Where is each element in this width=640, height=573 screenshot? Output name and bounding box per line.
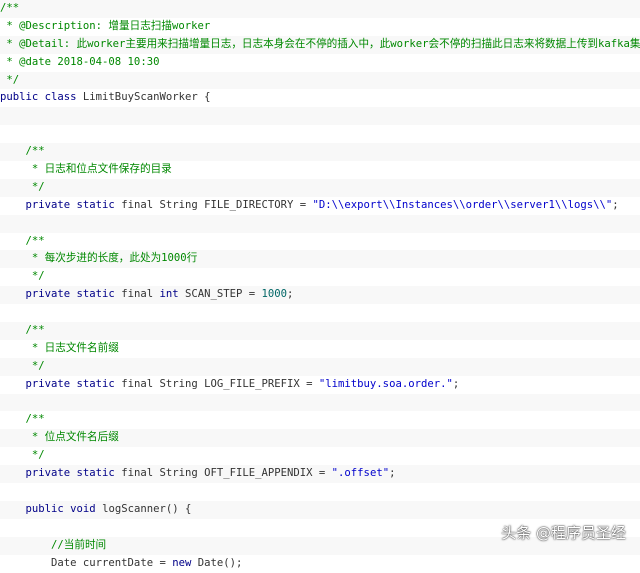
code-token: private static <box>0 377 122 390</box>
code-line <box>0 125 640 144</box>
code-line: /** <box>0 143 640 162</box>
code-token: final String OFT_FILE_APPENDIX = <box>121 467 332 480</box>
code-line: * 日志文件名前缀 <box>0 339 640 358</box>
code-token: /** <box>0 2 20 14</box>
code-token: LimitBuyScanWorker { <box>82 91 211 104</box>
code-line: private static final String OFT_FILE_APP… <box>0 465 640 484</box>
code-token: Date currentDate = <box>0 556 173 569</box>
code-token: SCAN_STEP = <box>184 288 262 301</box>
code-line: */ <box>0 357 640 376</box>
code-token: /** <box>0 145 45 158</box>
code-line <box>0 214 640 233</box>
code-line: public void logScanner() { <box>0 500 640 519</box>
code-line <box>0 107 640 126</box>
code-token: * @Description: 增量日志扫描worker <box>0 19 211 32</box>
code-token: 1000 <box>261 288 288 301</box>
code-token: /** <box>0 234 45 247</box>
code-token: ".offset" <box>331 467 390 480</box>
code-token: * 每次步进的长度，此处为1000行 <box>0 252 198 265</box>
code-token: public class <box>0 91 83 104</box>
code-token: ; <box>612 198 619 211</box>
code-token: /** <box>0 413 45 426</box>
code-token: * 日志文件名前缀 <box>0 341 119 354</box>
code-line: /** <box>0 232 640 251</box>
code-token: * 日志和位点文件保存的目录 <box>0 163 172 176</box>
code-line: private static final String LOG_FILE_PRE… <box>0 375 640 394</box>
code-line: * 位点文件名后缀 <box>0 429 640 448</box>
code-token: private static <box>0 288 122 301</box>
code-token: logScanner() { <box>102 502 192 515</box>
code-token: final <box>121 288 160 301</box>
code-line: * 每次步进的长度，此处为1000行 <box>0 250 640 269</box>
code-line: /** <box>0 411 640 430</box>
code-token: public void <box>0 502 103 515</box>
code-token: */ <box>0 359 45 372</box>
code-line: * 日志和位点文件保存的目录 <box>0 161 640 179</box>
code-token: ; <box>287 288 294 301</box>
code-line: public class LimitBuyScanWorker { <box>0 89 640 108</box>
code-token: * 位点文件名后缀 <box>0 431 119 444</box>
code-token: ; <box>389 467 396 480</box>
code-line <box>0 483 640 501</box>
watermark-text: 头条 @程序员圣经 <box>501 524 626 542</box>
code-line: * @date 2018-04-08 10:30 <box>0 53 640 72</box>
code-token: final String LOG_FILE_PREFIX = <box>121 377 319 390</box>
code-token: int <box>159 288 185 301</box>
code-token: private static <box>0 467 122 480</box>
code-line: /** <box>0 322 640 340</box>
code-token: new <box>172 556 198 569</box>
code-token: */ <box>0 270 45 283</box>
code-token: /** <box>0 324 45 337</box>
code-token: * @Detail: 此worker主要用来扫描增量日志，日志本身会在不停的插入… <box>0 37 640 50</box>
code-line <box>0 393 640 412</box>
code-line: * @Detail: 此worker主要用来扫描增量日志，日志本身会在不停的插入… <box>0 35 640 54</box>
code-token: //当前时间 <box>0 538 107 551</box>
code-token: ; <box>452 377 460 390</box>
code-token: final String FILE_DIRECTORY = <box>121 198 313 211</box>
code-line: */ <box>0 447 640 466</box>
code-token: "D:\\export\\Instances\\order\\server1\\… <box>312 198 613 211</box>
code-token: */ <box>0 449 45 462</box>
code-line <box>0 304 640 323</box>
code-line: Date currentDate = new Date(); <box>0 554 640 573</box>
code-line: */ <box>0 178 640 197</box>
code-block: /** * @Description: 增量日志扫描worker * @Deta… <box>0 0 640 573</box>
code-line: */ <box>0 71 640 90</box>
code-line: private static final String FILE_DIRECTO… <box>0 196 640 215</box>
code-token: Date(); <box>197 556 243 569</box>
code-token: */ <box>0 73 20 86</box>
code-token: "limitbuy.soa.order." <box>318 377 453 390</box>
code-line: */ <box>0 268 640 287</box>
code-line: * @Description: 增量日志扫描worker <box>0 17 640 36</box>
code-line: private static final int SCAN_STEP = 100… <box>0 286 640 305</box>
code-line: /** <box>0 0 640 18</box>
code-token: * @date 2018-04-08 10:30 <box>0 55 160 68</box>
code-token: */ <box>0 180 45 193</box>
code-token: private static <box>0 198 122 211</box>
